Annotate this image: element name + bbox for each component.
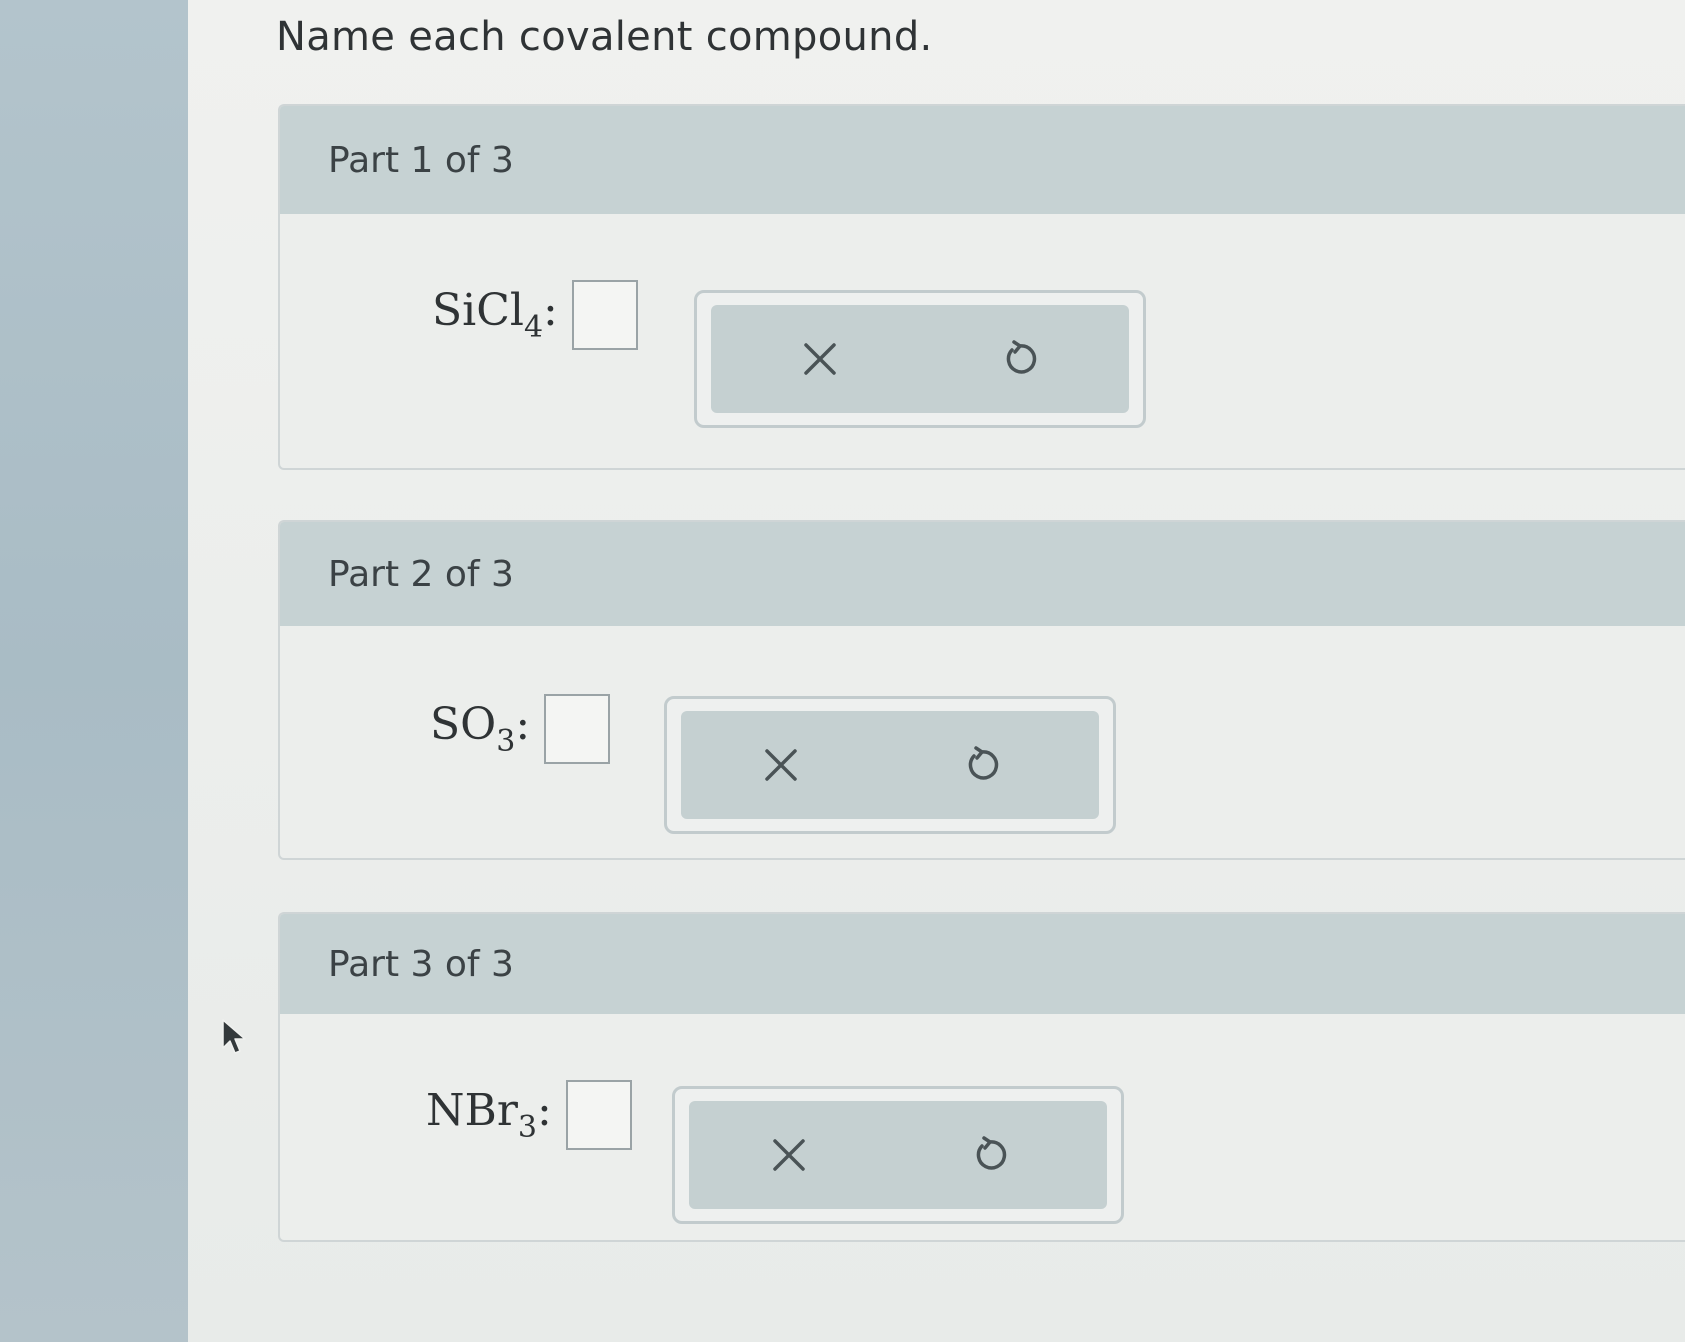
x-icon — [803, 343, 836, 375]
answer-input-part-1[interactable] — [571, 280, 638, 350]
mouse-pointer-icon — [222, 1019, 246, 1054]
answer-input-part-2[interactable] — [544, 694, 611, 764]
undo-button[interactable] — [990, 329, 1050, 389]
answer-input-part-3[interactable] — [565, 1080, 632, 1150]
part-1-card: Part 1 of 3 SiCl4: — [278, 104, 1685, 470]
part-1-header: Part 1 of 3 — [280, 106, 1685, 214]
part-3-question-row: NBr3: — [426, 1080, 632, 1150]
formula-so3: SO3: — [430, 699, 531, 759]
clear-button[interactable] — [751, 735, 811, 795]
part-2-card: Part 2 of 3 SO3: — [278, 520, 1685, 860]
part-3-tool-bar — [689, 1101, 1107, 1209]
formula-nbr3: NBr3: — [426, 1085, 552, 1145]
x-icon — [773, 1139, 806, 1171]
part-3-title: Part 3 of 3 — [328, 943, 514, 985]
part-1-title: Part 1 of 3 — [328, 139, 514, 181]
undo-button[interactable] — [952, 735, 1012, 795]
part-2-tool-bar — [681, 711, 1099, 819]
undo-icon — [968, 746, 999, 780]
part-1-tool-panel — [694, 290, 1146, 428]
x-icon — [765, 749, 798, 781]
part-1-tool-bar — [711, 305, 1129, 413]
undo-icon — [1007, 340, 1037, 374]
part-2-header: Part 2 of 3 — [280, 522, 1685, 626]
question-prompt: Name each covalent compound. — [276, 14, 933, 60]
part-2-question-row: SO3: — [430, 694, 611, 764]
part-3-card: Part 3 of 3 NBr3: — [278, 912, 1685, 1242]
undo-button[interactable] — [960, 1125, 1020, 1185]
part-2-title: Part 2 of 3 — [328, 553, 514, 595]
part-2-tool-panel — [664, 696, 1116, 834]
clear-button[interactable] — [759, 1125, 819, 1185]
left-sidebar-strip — [0, 0, 188, 1342]
part-3-tool-panel — [672, 1086, 1124, 1224]
undo-icon — [976, 1136, 1007, 1170]
part-1-question-row: SiCl4: — [432, 280, 638, 350]
part-3-header: Part 3 of 3 — [280, 914, 1685, 1014]
clear-button[interactable] — [790, 329, 850, 389]
formula-sicl4: SiCl4: — [432, 285, 558, 345]
